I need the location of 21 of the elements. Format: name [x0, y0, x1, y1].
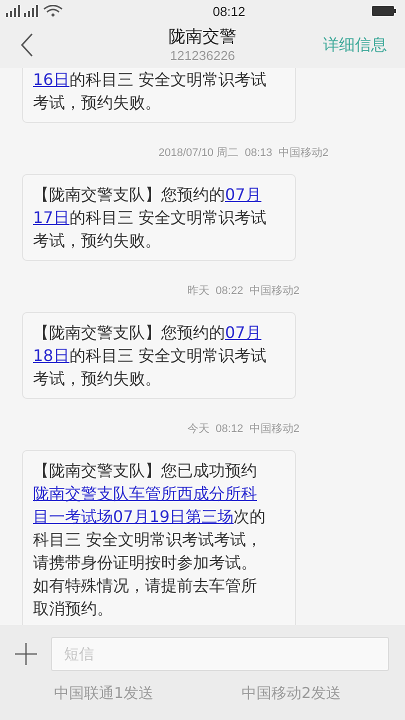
message-text: 【陇南交警支队】您已成功预约 陇南交警支队车管所西成分所科 目一考试场07月19日第三场次的 科目三 安全文明常识考试考试， 请携带身份证明按时参加考试。 如有特殊情况，请提前去车管所 取消预约。: [33, 460, 267, 620]
message-text: 【陇南交警支队】您预约的07月 17日 的科目三 安全文明常识考试 考试，预约失败。: [33, 184, 268, 252]
status-time: 08:12: [212, 4, 246, 18]
message-text: 16日 的科目三 安全文明常识考试 考试，预约失败。: [33, 69, 268, 114]
link[interactable]: 陇南交警支队车管所西成分所科: [33, 484, 257, 503]
link[interactable]: 07月: [225, 323, 262, 342]
link[interactable]: 07月: [225, 185, 262, 204]
contact-name: 陇南交警: [168, 26, 236, 48]
message-text: 【陇南交警支队】您预约的07月 18日 的科目三 安全文明常识考试 考试，预约失败。: [33, 322, 268, 390]
signal-icon: [6, 5, 64, 17]
back-icon[interactable]: [20, 33, 34, 57]
plus-icon[interactable]: [15, 643, 37, 665]
link[interactable]: 17日: [33, 208, 70, 227]
battery-icon: [372, 6, 396, 16]
link[interactable]: 18日: [33, 346, 70, 365]
message-timestamp: 今天 08:12 中国移动2: [188, 422, 300, 436]
link[interactable]: 16日: [33, 70, 70, 89]
message-timestamp: 2018/07/10 周二 08:13 中国移动2: [158, 146, 328, 160]
link[interactable]: 目一考试场07月19日第三场: [33, 507, 234, 526]
contact-number: 121236226: [170, 48, 236, 63]
message-timestamp: 昨天 08:22 中国移动2: [188, 284, 300, 298]
